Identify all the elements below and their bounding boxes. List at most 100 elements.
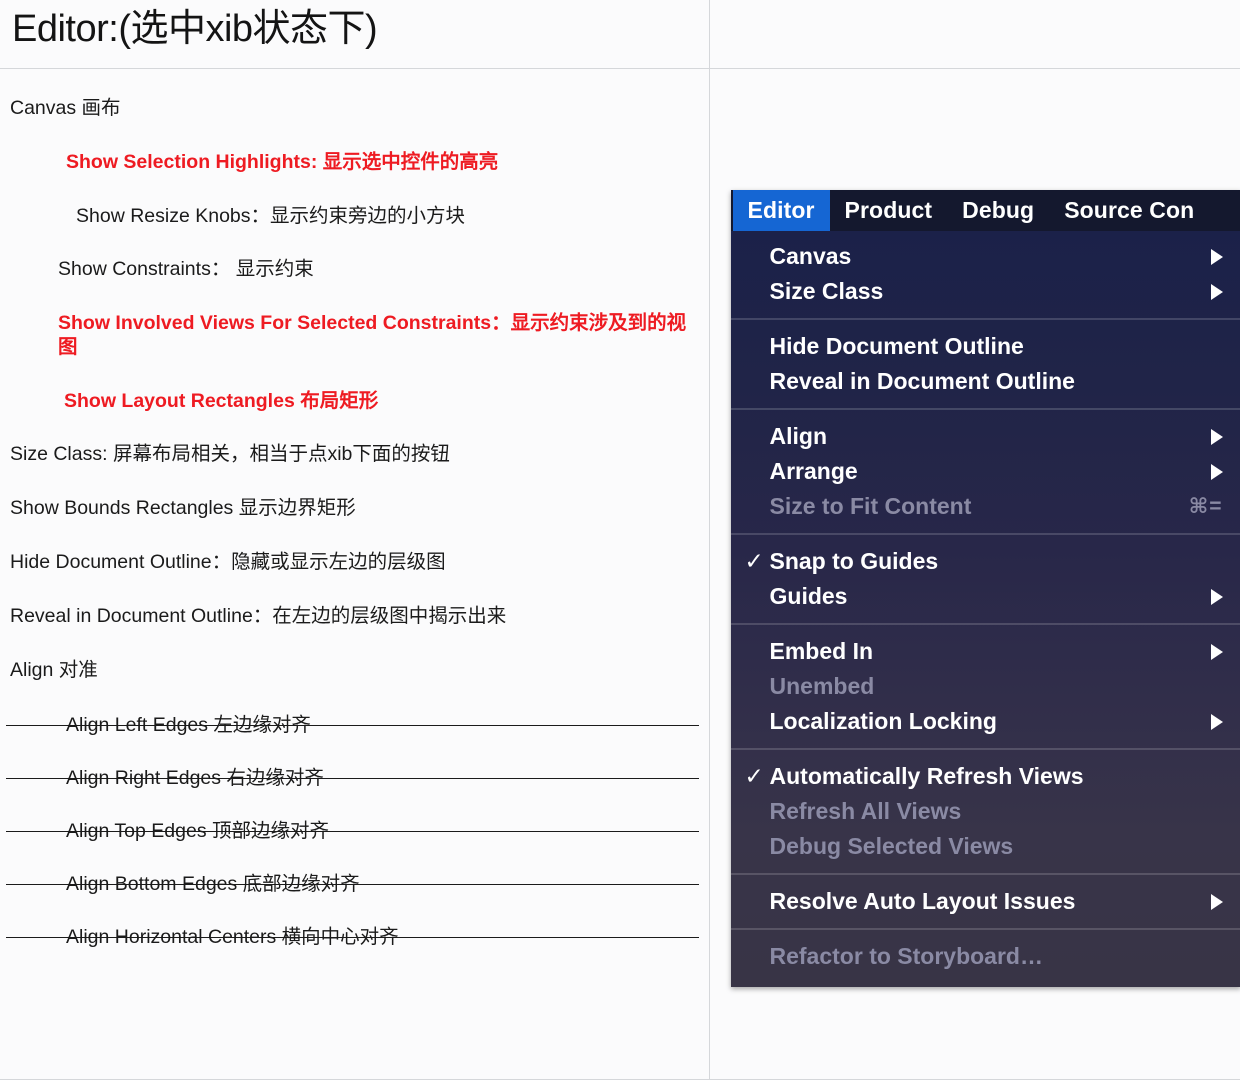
xcode-editor-menu-screenshot: EditorProductDebugSource Con Canvas Size … (731, 190, 1240, 987)
editor-dropdown-menu[interactable]: Canvas Size Class Hide Document Outline Rev… (731, 231, 1240, 987)
menu-item-resolve-auto-layout-issues[interactable]: Resolve Auto Layout Issues (731, 884, 1240, 919)
menu-item-refresh-all-views: Refresh All Views (731, 794, 1240, 829)
menu-group-gap (731, 524, 1240, 533)
submenu-arrow-icon (1211, 589, 1223, 605)
menu-item-label: Debug Selected Views (770, 833, 1014, 860)
align-row-align-horizontal-centers: Align Horizontal Centers 横向中心对齐 (10, 924, 699, 950)
menu-group-gap (731, 410, 1240, 419)
menu-item-automatically-refresh-views[interactable]: ✓ Automatically Refresh Views (731, 759, 1240, 794)
submenu-arrow-icon (1211, 894, 1223, 910)
menu-item-size-class[interactable]: Size Class (731, 274, 1240, 309)
menu-item-reveal-in-document-outline[interactable]: Reveal in Document Outline (731, 364, 1240, 399)
menu-item-label: Automatically Refresh Views (770, 763, 1084, 790)
menu-item-label: Size to Fit Content (770, 493, 972, 520)
menu-group-group-embed: Embed In Unembed Localization Locking (731, 634, 1240, 739)
menu-group-gap (731, 614, 1240, 623)
menu-item-label: Guides (770, 583, 848, 610)
menu-group-gap (731, 750, 1240, 759)
menu-item-unembed: Unembed (731, 669, 1240, 704)
table-row-title: Editor:(选中xib状态下) (0, 0, 1240, 69)
notes-list: Canvas 画布 Show Selection Highlights: 显示选中… (0, 69, 709, 950)
menu-group-gap (731, 320, 1240, 329)
align-item-label: Align Right Edges 右边缘对齐 (66, 765, 324, 791)
menu-item-label: Snap to Guides (770, 548, 939, 575)
menu-cell: EditorProductDebugSource Con Canvas Size … (709, 69, 1240, 1080)
menu-group-group-outline: Hide Document Outline Reveal in Document … (731, 329, 1240, 399)
menu-item-label: Refresh All Views (770, 798, 962, 825)
menu-group-gap (731, 864, 1240, 873)
menu-item-label: Arrange (770, 458, 858, 485)
table-row-body: Canvas 画布 Show Selection Highlights: 显示选中… (0, 69, 1240, 1080)
menu-group-group-refresh: ✓ Automatically Refresh Views Refresh All … (731, 759, 1240, 864)
submenu-arrow-icon (1211, 429, 1223, 445)
note-show-constraints: Show Constraints： 显示约束 (58, 258, 699, 282)
submenu-arrow-icon (1211, 284, 1223, 300)
menu-item-size-to-fit-content: Size to Fit Content ⌘= (731, 489, 1240, 524)
note-show-selection: Show Selection Highlights: 显示选中控件的高亮 (66, 151, 699, 175)
menubar-item-editor[interactable]: Editor (733, 190, 830, 231)
align-row-align-left-edges: Align Left Edges 左边缘对齐 (10, 712, 699, 738)
menu-item-label: Size Class (770, 278, 884, 305)
menu-group-group-refactor: Refactor to Storyboard… (731, 939, 1240, 974)
menu-item-label: Reveal in Document Outline (770, 368, 1075, 395)
menu-top-padding (731, 231, 1240, 239)
menu-group-gap (731, 930, 1240, 939)
menu-item-snap-to-guides[interactable]: ✓ Snap to Guides (731, 544, 1240, 579)
menu-item-refactor-to-storyboard: Refactor to Storyboard… (731, 939, 1240, 974)
menu-group-gap (731, 919, 1240, 928)
align-item-label: Align Bottom Edges 底部边缘对齐 (66, 871, 360, 897)
menu-holder: EditorProductDebugSource Con Canvas Size … (710, 69, 1240, 1079)
note-show-bounds: Show Bounds Rectangles 显示边界矩形 (10, 497, 699, 521)
menu-item-label: Align (770, 423, 828, 450)
note-size-class: Size Class: 屏幕布局相关，相当于点xib下面的按钮 (10, 443, 699, 467)
align-row-align-bottom-edges: Align Bottom Edges 底部边缘对齐 (10, 871, 699, 897)
menu-item-label: Canvas (770, 243, 852, 270)
submenu-arrow-icon (1211, 249, 1223, 265)
page-title: Editor:(选中xib状态下) (0, 0, 709, 48)
menu-item-label: Refactor to Storyboard… (770, 943, 1043, 970)
menu-group-gap (731, 974, 1240, 983)
align-item-label: Align Horizontal Centers 横向中心对齐 (66, 924, 399, 950)
menu-item-canvas[interactable]: Canvas (731, 239, 1240, 274)
menu-group-gap (731, 875, 1240, 884)
note-hide-doc-outline: Hide Document Outline：隐藏或显示左边的层级图 (10, 551, 699, 575)
menu-group-gap (731, 625, 1240, 634)
align-item-label: Align Left Edges 左边缘对齐 (66, 712, 311, 738)
note-align: Align 对准 (10, 659, 699, 683)
menubar-item-debug[interactable]: Debug (947, 190, 1049, 231)
submenu-arrow-icon (1211, 644, 1223, 660)
menu-item-label: Hide Document Outline (770, 333, 1024, 360)
note-canvas: Canvas 画布 (10, 97, 699, 121)
menu-group-group-guides: ✓ Snap to Guides Guides (731, 544, 1240, 614)
menu-item-arrange[interactable]: Arrange (731, 454, 1240, 489)
note-show-resize: Show Resize Knobs：显示约束旁边的小方块 (76, 205, 699, 229)
menubar-item-source-control[interactable]: Source Con (1049, 190, 1209, 231)
menu-bar[interactable]: EditorProductDebugSource Con (731, 190, 1240, 231)
menubar-item-product[interactable]: Product (830, 190, 948, 231)
menu-item-embed-in[interactable]: Embed In (731, 634, 1240, 669)
menu-item-shortcut: ⌘= (1189, 494, 1223, 519)
menu-item-guides[interactable]: Guides (731, 579, 1240, 614)
note-show-involved: Show Involved Views For Selected Constra… (58, 312, 699, 360)
menu-group-group-canvas: Canvas Size Class (731, 239, 1240, 309)
checkmark-icon: ✓ (745, 765, 764, 788)
checkmark-icon: ✓ (745, 550, 764, 573)
document-table: Editor:(选中xib状态下) Canvas 画布 Show Selectio… (0, 0, 1240, 1080)
align-row-align-top-edges: Align Top Edges 顶部边缘对齐 (10, 818, 699, 844)
submenu-arrow-icon (1211, 464, 1223, 480)
menu-item-label: Resolve Auto Layout Issues (770, 888, 1076, 915)
menu-group-group-resolve: Resolve Auto Layout Issues (731, 884, 1240, 919)
align-row-align-right-edges: Align Right Edges 右边缘对齐 (10, 765, 699, 791)
menu-item-label: Unembed (770, 673, 875, 700)
menu-group-gap (731, 399, 1240, 408)
menu-group-gap (731, 739, 1240, 748)
submenu-arrow-icon (1211, 714, 1223, 730)
menu-item-localization-locking[interactable]: Localization Locking (731, 704, 1240, 739)
menu-group-gap (731, 535, 1240, 544)
note-reveal-doc-outline: Reveal in Document Outline：在左边的层级图中揭示出来 (10, 605, 699, 629)
notes-cell: Canvas 画布 Show Selection Highlights: 显示选中… (0, 69, 709, 1080)
menu-item-label: Embed In (770, 638, 874, 665)
menu-group-gap (731, 309, 1240, 318)
menu-item-align[interactable]: Align (731, 419, 1240, 454)
menu-item-hide-document-outline[interactable]: Hide Document Outline (731, 329, 1240, 364)
